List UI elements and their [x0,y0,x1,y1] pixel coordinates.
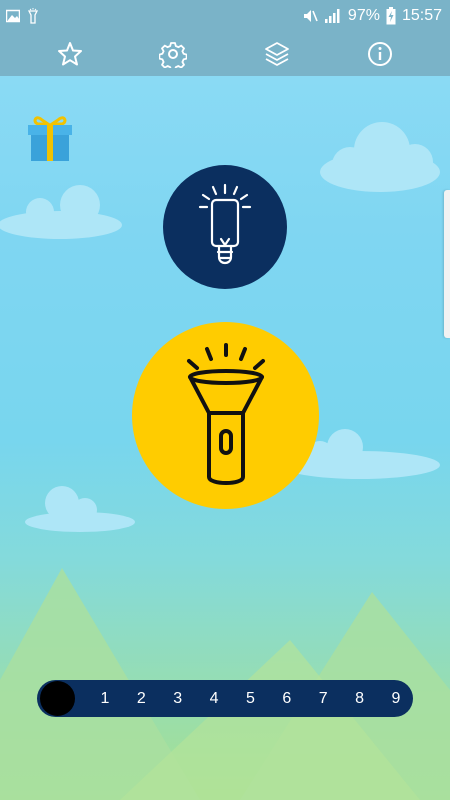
strobe-levels: 1 2 3 4 5 6 7 8 9 [94,680,407,717]
cloud-top-right [320,122,440,192]
strobe-level-5[interactable]: 5 [240,690,262,708]
status-bar: 97% 15:57 [0,0,450,32]
gift-button[interactable] [24,112,76,164]
strobe-level-1[interactable]: 1 [94,690,116,708]
strobe-level-7[interactable]: 7 [312,690,334,708]
mute-icon [303,10,318,22]
info-button[interactable] [362,36,398,72]
strobe-level-6[interactable]: 6 [276,690,298,708]
cloud-bottom-left [25,486,135,532]
gear-icon [159,42,188,68]
strobe-slider-knob[interactable] [40,681,75,716]
strobe-level-8[interactable]: 8 [349,690,371,708]
rate-button[interactable] [52,36,88,72]
image-icon [6,9,20,23]
strobe-level-2[interactable]: 2 [130,690,152,708]
settings-button[interactable] [155,36,191,72]
clock: 15:57 [401,7,442,24]
strobe-level-4[interactable]: 4 [203,690,225,708]
side-drawer-handle[interactable] [444,190,450,338]
strobe-level-9[interactable]: 9 [385,690,407,708]
modes-button[interactable] [259,36,295,72]
screen-light-icon [198,183,252,265]
strobe-level-selector: 1 2 3 4 5 6 7 8 9 [37,680,413,717]
toolbar [0,32,450,76]
battery-percent: 97% [347,7,380,24]
flashlight-icon [186,342,265,485]
gift-icon [28,116,72,161]
info-icon [368,42,393,66]
flashlight-toggle-button[interactable] [132,322,319,509]
layers-icon [264,42,289,66]
battery-charging-icon [386,7,396,25]
flashlight-icon [28,8,38,24]
strobe-level-3[interactable]: 3 [167,690,189,708]
signal-icon [324,9,340,23]
star-icon [57,42,82,66]
cloud-left [0,185,122,239]
screen-light-button[interactable] [163,165,287,289]
